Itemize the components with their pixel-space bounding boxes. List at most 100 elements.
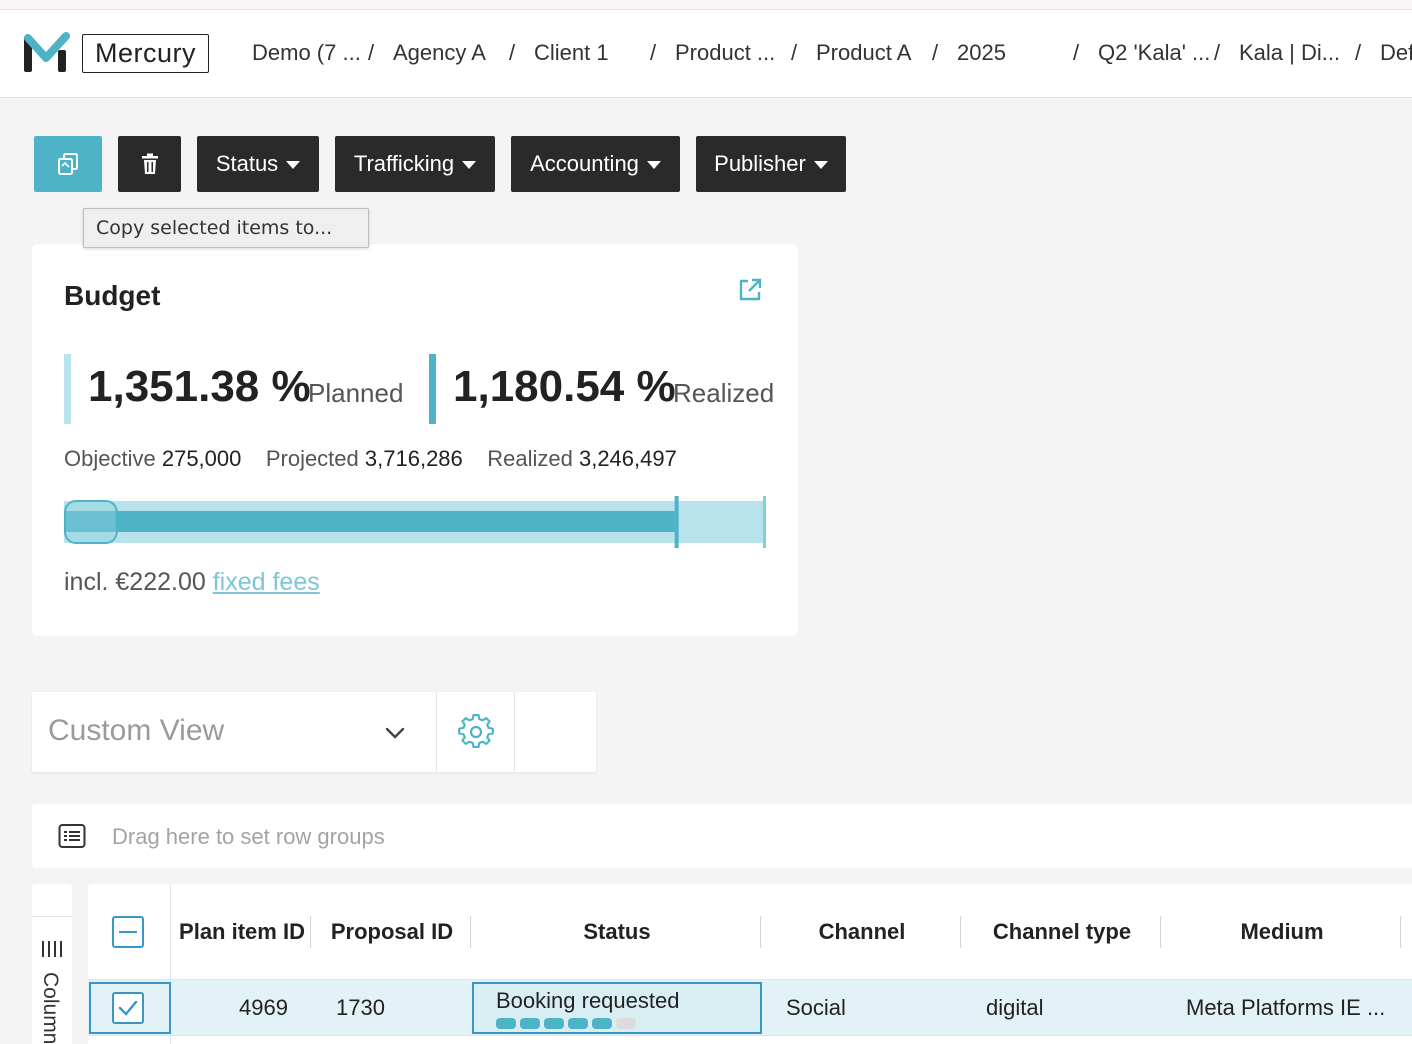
budget-title: Budget <box>64 280 161 311</box>
cell-status[interactable]: Booking requested <box>472 982 762 1034</box>
breadcrumb-separator: / <box>368 40 375 65</box>
cell-plan-item-id: 4969 <box>239 995 288 1020</box>
status-step <box>544 1018 564 1029</box>
external-link-icon[interactable] <box>736 276 764 304</box>
checkmark-icon <box>118 1000 138 1016</box>
columns-tool-panel[interactable]: Columns <box>32 884 72 1044</box>
fixed-fees-link[interactable]: fixed fees <box>213 568 320 596</box>
view-divider <box>514 692 515 772</box>
fees-prefix: incl. €222.00 <box>64 568 206 596</box>
status-step <box>568 1018 588 1029</box>
cell-proposal-id: 1730 <box>336 995 385 1020</box>
realized-marker <box>674 496 679 548</box>
copy-button[interactable] <box>34 136 102 192</box>
budget-progress-bar <box>64 496 766 548</box>
status-dropdown-button[interactable]: Status <box>197 136 319 192</box>
column-header-plan-item-id[interactable]: Plan item ID <box>172 884 312 980</box>
status-step <box>520 1018 540 1029</box>
realized-fill <box>64 511 675 532</box>
breadcrumb-plan[interactable]: Kala | Di... <box>1239 40 1340 66</box>
select-all-checkbox[interactable] <box>112 916 144 948</box>
view-divider <box>436 692 437 772</box>
row-group-icon <box>58 824 86 848</box>
view-select[interactable]: Custom View <box>48 714 224 748</box>
cell-medium: Meta Platforms IE ... <box>1186 995 1386 1020</box>
row-checkbox[interactable] <box>112 992 144 1024</box>
caret-down-icon <box>462 161 477 169</box>
header-divider <box>960 916 961 948</box>
cell-channel-type: digital <box>986 995 1044 1020</box>
top-strip <box>0 0 1412 10</box>
planned-indicator <box>64 354 71 424</box>
breadcrumb-separator: / <box>1073 40 1080 65</box>
caret-down-icon <box>286 161 301 169</box>
columns-panel-label[interactable]: Columns <box>38 972 62 1044</box>
column-header-proposal-id[interactable]: Proposal ID <box>312 884 472 980</box>
breadcrumb-separator: / <box>650 40 657 65</box>
column-header-medium[interactable]: Medium <box>1162 884 1402 980</box>
budget-card: Budget 1,351.38 % Planned 1,180.54 % Rea… <box>32 244 798 636</box>
column-header-channel[interactable]: Channel <box>762 884 962 980</box>
accounting-dropdown-button[interactable]: Accounting <box>511 136 680 192</box>
breadcrumb-separator: / <box>1355 40 1362 65</box>
app-logo-text[interactable]: Mercury <box>82 34 210 73</box>
header-divider <box>470 916 471 948</box>
gear-icon[interactable] <box>458 714 494 750</box>
indeterminate-icon <box>119 931 137 933</box>
breadcrumb-separator: / <box>509 40 516 65</box>
plan-items-grid: Plan item ID Proposal ID Status Channel … <box>88 884 1412 1044</box>
delete-button[interactable] <box>118 136 181 192</box>
realized-stat-value: 3,246,497 <box>578 446 677 471</box>
breadcrumb-separator: / <box>932 40 939 65</box>
breadcrumb-agency[interactable]: Agency A <box>393 40 486 66</box>
row-group-drop-zone[interactable]: Drag here to set row groups <box>32 804 1412 868</box>
caret-down-icon <box>646 161 661 169</box>
trash-icon <box>141 153 158 174</box>
copy-icon <box>58 153 78 175</box>
header-divider <box>760 916 761 948</box>
projected-label: Projected <box>265 446 359 471</box>
realized-label: Realized <box>673 378 775 408</box>
table-row[interactable]: 4969 1730 Booking requested Social digit… <box>88 980 1412 1036</box>
chevron-down-icon[interactable] <box>382 720 408 746</box>
planned-label: Planned <box>308 378 404 408</box>
projected-value: 3,716,286 <box>364 446 463 471</box>
planned-value: 1,351.38 % <box>88 362 311 411</box>
app-header: Mercury Demo (7 ... / Agency A / Client … <box>0 10 1412 98</box>
status-text: Booking requested <box>496 988 680 1013</box>
status-progress-steps <box>496 1018 636 1029</box>
fixed-fees-note: incl. €222.00 fixed fees <box>64 568 320 597</box>
realized-indicator <box>429 354 436 424</box>
breadcrumb-year[interactable]: 2025 <box>957 40 1006 66</box>
copy-tooltip: Copy selected items to... <box>83 208 369 248</box>
header-divider <box>1160 916 1161 948</box>
row-group-placeholder: Drag here to set row groups <box>112 824 385 849</box>
caret-down-icon <box>813 161 828 169</box>
breadcrumb-demo[interactable]: Demo (7 ... <box>252 40 361 66</box>
status-button-label: Status <box>215 151 279 176</box>
view-selector: Custom View <box>32 692 596 772</box>
status-step <box>496 1018 516 1029</box>
columns-icon <box>42 941 62 957</box>
header-divider <box>310 916 311 948</box>
realized-stat-label: Realized <box>487 446 573 471</box>
breadcrumb-product-group[interactable]: Product ... <box>675 40 775 66</box>
objective-value: 275,000 <box>161 446 242 471</box>
breadcrumb-client[interactable]: Client 1 <box>534 40 609 66</box>
grid-header: Plan item ID Proposal ID Status Channel … <box>88 884 1412 980</box>
breadcrumb-product[interactable]: Product A <box>816 40 911 66</box>
accounting-button-label: Accounting <box>530 151 639 176</box>
trafficking-button-label: Trafficking <box>353 151 455 176</box>
realized-value: 1,180.54 % <box>453 362 676 411</box>
publisher-button-label: Publisher <box>714 151 806 176</box>
column-header-channel-type[interactable]: Channel type <box>962 884 1162 980</box>
objective-marker <box>64 500 118 544</box>
cell-channel: Social <box>786 995 846 1020</box>
breadcrumb-default[interactable]: Def <box>1380 40 1412 66</box>
breadcrumb-campaign[interactable]: Q2 'Kala' ... <box>1098 40 1210 66</box>
publisher-dropdown-button[interactable]: Publisher <box>696 136 846 192</box>
mercury-logo-icon[interactable] <box>22 32 70 76</box>
panel-divider <box>32 916 72 917</box>
trafficking-dropdown-button[interactable]: Trafficking <box>335 136 495 192</box>
column-header-status[interactable]: Status <box>472 884 762 980</box>
